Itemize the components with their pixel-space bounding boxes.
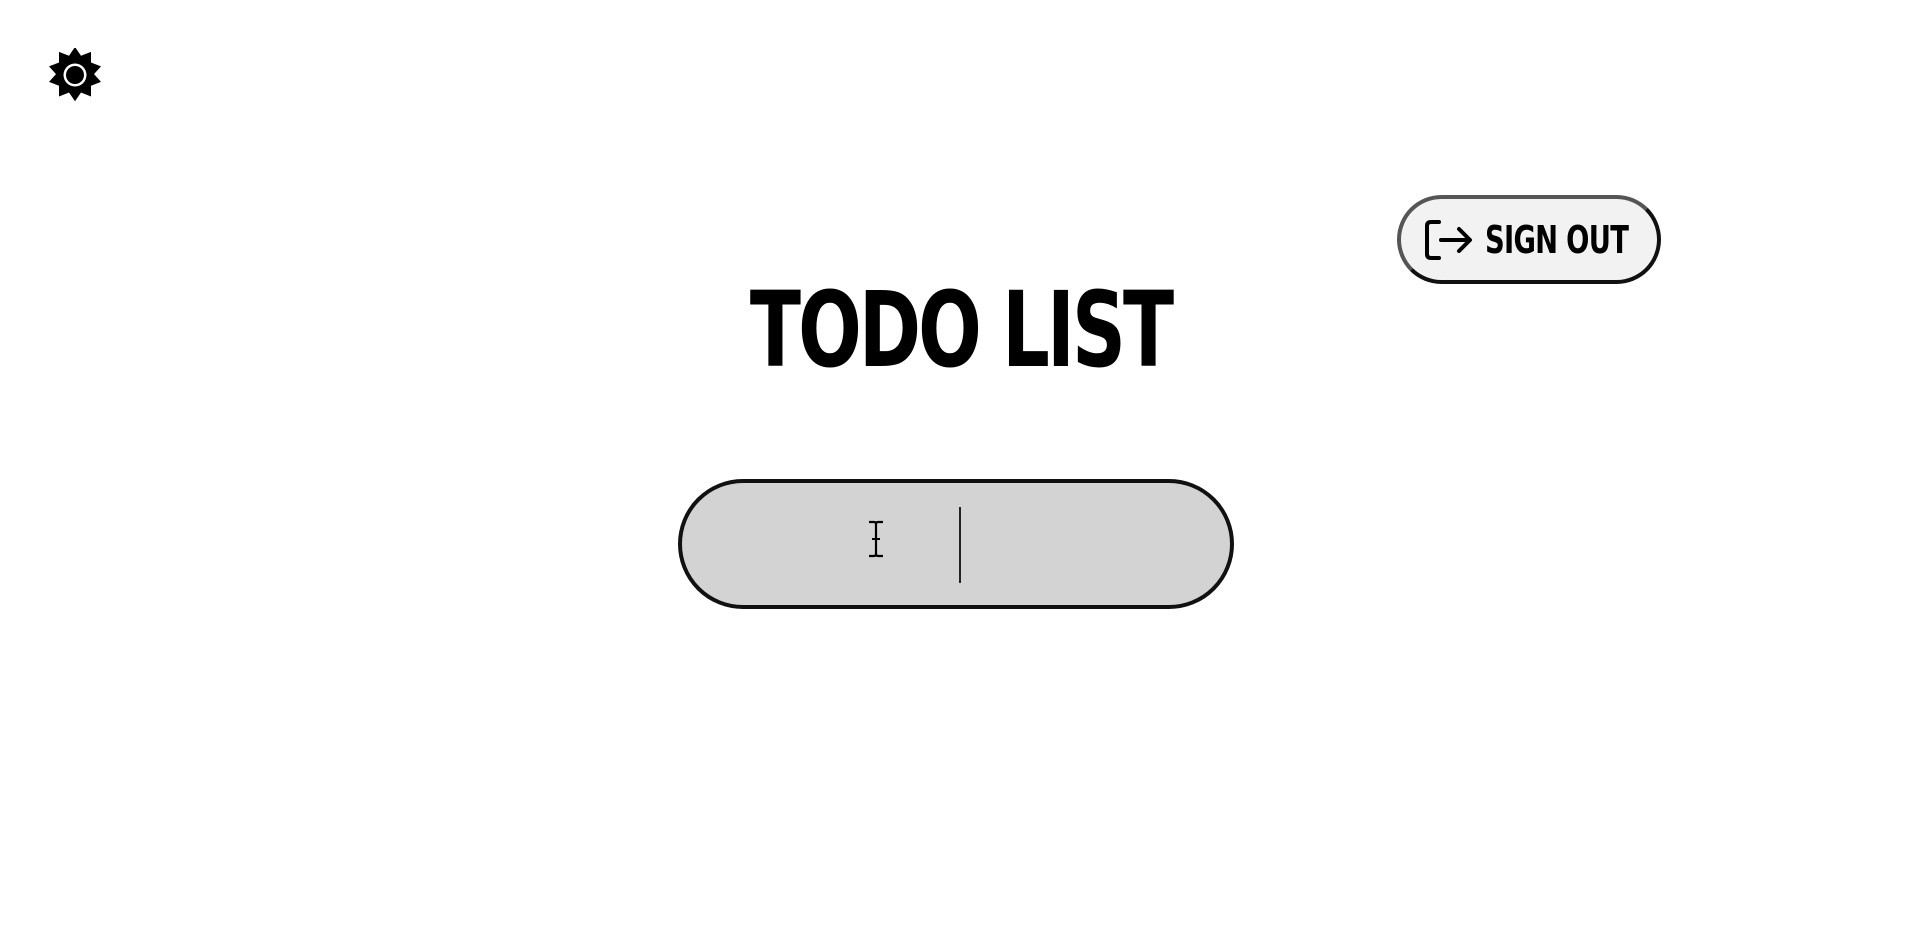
app-root: SIGN OUT TODO LIST — [0, 0, 1912, 928]
text-caret — [959, 507, 961, 583]
ibeam-cursor-icon — [869, 520, 883, 558]
theme-toggle-button[interactable] — [46, 46, 104, 104]
todo-input-container[interactable] — [678, 479, 1234, 609]
sign-out-label: SIGN OUT — [1484, 217, 1629, 262]
page-title: TODO LIST — [0, 278, 1912, 382]
sun-icon — [49, 48, 101, 102]
page-title-text: TODO LIST — [750, 269, 1174, 391]
sign-out-button[interactable]: SIGN OUT — [1397, 195, 1661, 284]
sign-out-icon — [1423, 217, 1475, 263]
todo-input[interactable] — [682, 483, 1230, 605]
